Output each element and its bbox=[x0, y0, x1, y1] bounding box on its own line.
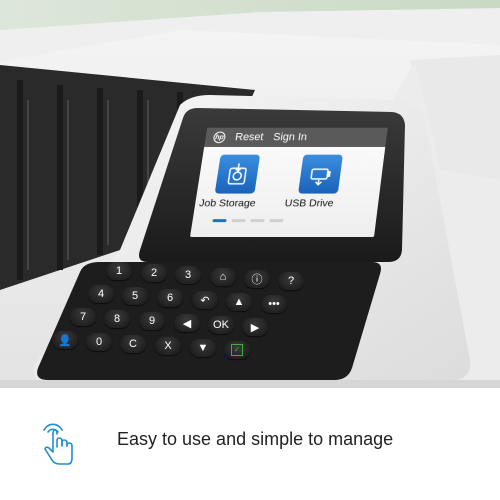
home-key[interactable]: ⌂ bbox=[210, 268, 236, 286]
usb-drive-label: USB Drive bbox=[283, 197, 335, 210]
page-dot[interactable] bbox=[231, 219, 246, 223]
info-key[interactable]: ⓘ bbox=[244, 270, 270, 288]
chat-key[interactable]: ••• bbox=[261, 295, 287, 313]
hp-logo: hp bbox=[212, 131, 227, 144]
start-icon: ✓ bbox=[231, 344, 243, 356]
up-icon: ▲ bbox=[233, 296, 245, 308]
printer-display: hp Reset Sign In Job Storage USB Drive bbox=[190, 127, 388, 237]
page-indicator bbox=[212, 219, 284, 223]
job-storage-icon bbox=[223, 161, 253, 186]
up-key[interactable]: ▲ bbox=[226, 293, 252, 311]
usb-drive-icon bbox=[306, 161, 335, 186]
key-4[interactable]: 4 bbox=[88, 285, 114, 303]
key-3[interactable]: 3 bbox=[175, 266, 201, 284]
job-storage-label: Job Storage bbox=[198, 197, 257, 210]
usb-drive-tile[interactable] bbox=[298, 154, 343, 194]
home-icon: ⌂ bbox=[219, 271, 227, 283]
help-key[interactable]: ? bbox=[278, 272, 304, 290]
key-5[interactable]: 5 bbox=[122, 287, 148, 305]
job-storage-tile[interactable] bbox=[214, 154, 261, 194]
feature-caption: Easy to use and simple to manage bbox=[0, 388, 500, 500]
right-key[interactable]: ▶ bbox=[242, 318, 268, 336]
key-9[interactable]: 9 bbox=[139, 312, 165, 330]
chat-icon: ••• bbox=[268, 298, 280, 310]
left-key[interactable]: ◀ bbox=[174, 314, 200, 332]
touch-hand-icon bbox=[43, 423, 73, 465]
right-icon: ▶ bbox=[250, 321, 260, 334]
key-2[interactable]: 2 bbox=[141, 264, 167, 282]
display-body: Job Storage USB Drive bbox=[190, 146, 386, 237]
caption-text: Easy to use and simple to manage bbox=[117, 429, 394, 449]
down-icon: ▼ bbox=[197, 342, 209, 354]
page-dot[interactable] bbox=[269, 219, 284, 223]
start-key[interactable]: ✓ bbox=[224, 341, 250, 359]
help-icon: ? bbox=[287, 275, 295, 287]
display-header: hp Reset Sign In bbox=[204, 127, 388, 147]
key-6[interactable]: 6 bbox=[157, 289, 183, 307]
user-icon: 👤 bbox=[58, 334, 72, 347]
key-x[interactable]: X bbox=[155, 337, 181, 355]
down-key[interactable]: ▼ bbox=[190, 339, 216, 357]
key-c[interactable]: C bbox=[120, 335, 146, 353]
left-icon: ◀ bbox=[182, 317, 192, 330]
info-icon: ⓘ bbox=[251, 274, 263, 286]
reset-button[interactable]: Reset bbox=[234, 132, 264, 144]
sign-in-button[interactable]: Sign In bbox=[272, 132, 307, 144]
key-0[interactable]: 0 bbox=[86, 333, 112, 351]
back-icon: ↶ bbox=[200, 294, 210, 307]
user-key[interactable]: 👤 bbox=[52, 331, 78, 349]
page-dot[interactable] bbox=[250, 219, 265, 223]
key-7[interactable]: 7 bbox=[70, 308, 96, 326]
ok-key[interactable]: OK bbox=[208, 316, 234, 334]
key-1[interactable]: 1 bbox=[106, 262, 132, 280]
back-key[interactable]: ↶ bbox=[192, 291, 218, 309]
page-dot[interactable] bbox=[212, 219, 227, 223]
key-8[interactable]: 8 bbox=[104, 310, 130, 328]
